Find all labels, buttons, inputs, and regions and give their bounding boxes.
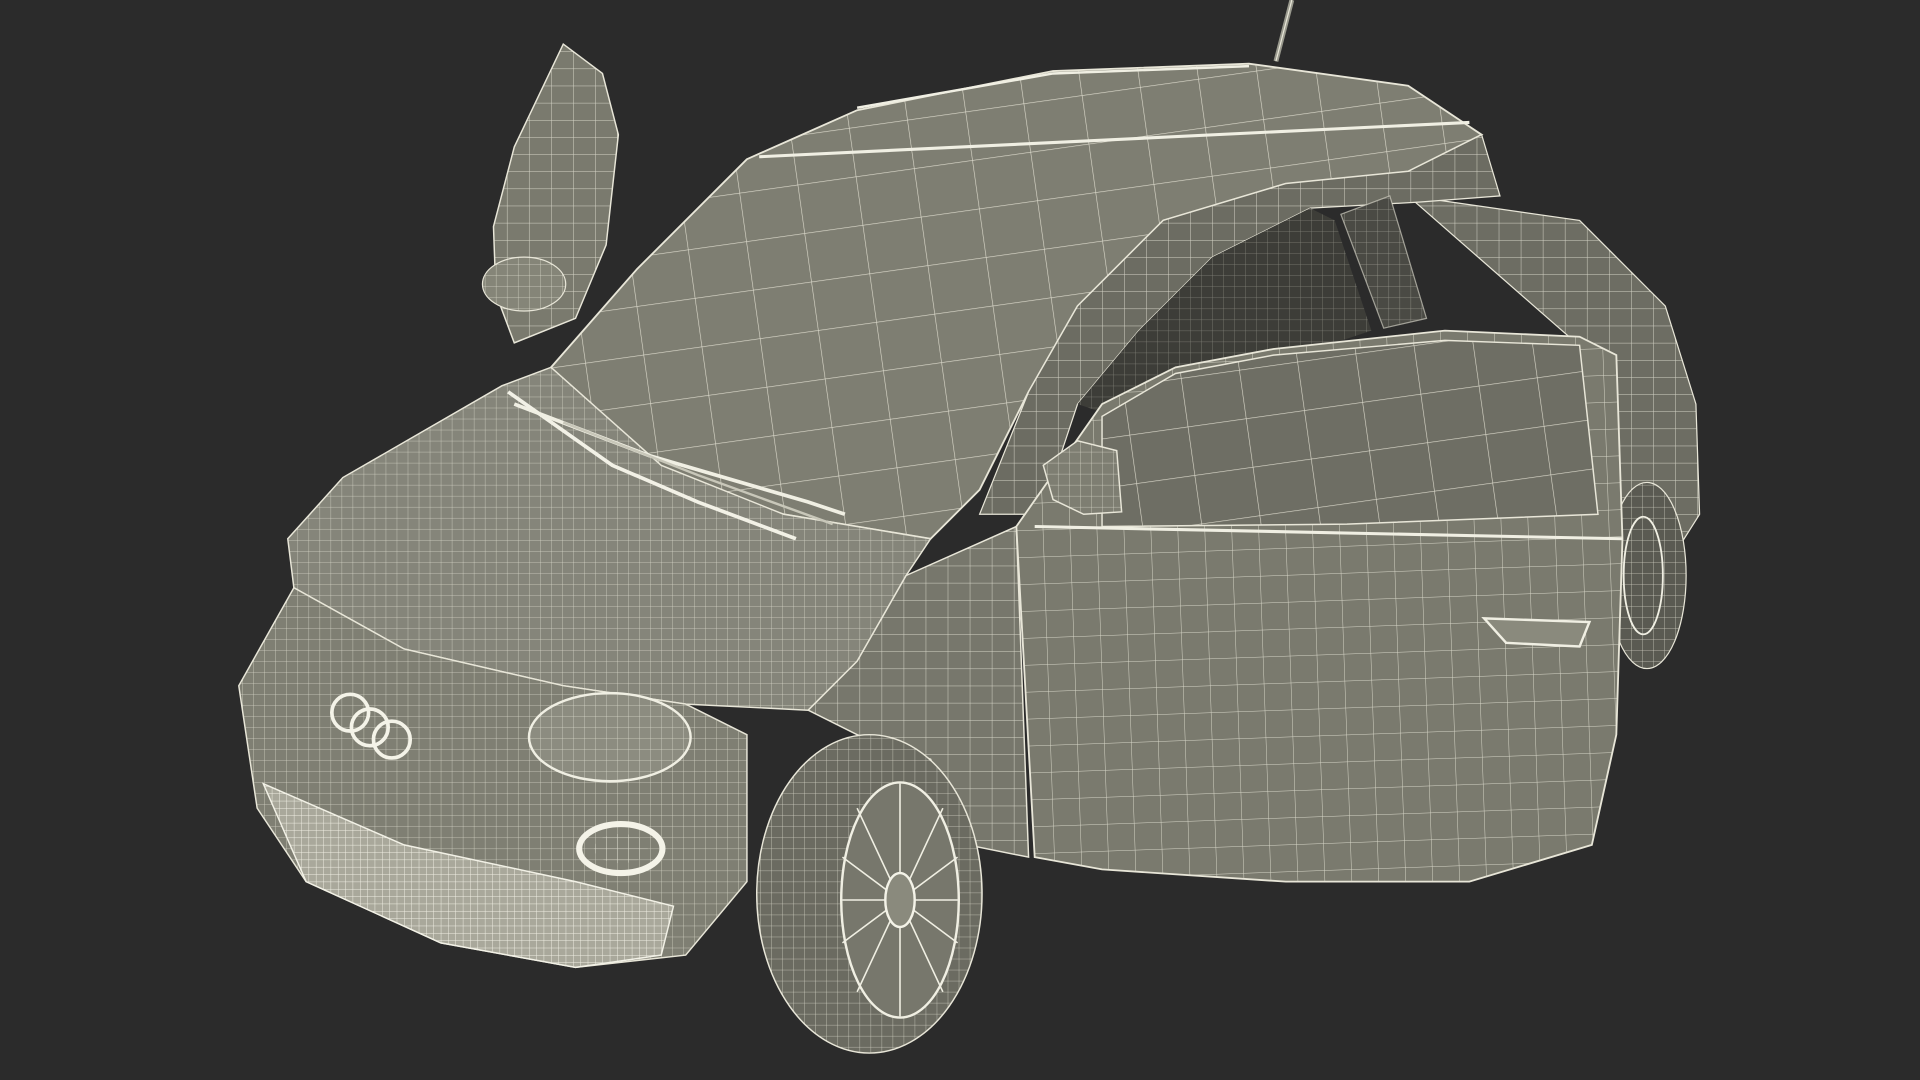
- rear-hatch: [481, 42, 620, 344]
- headlight-upper: [527, 691, 692, 783]
- front-wheel: [756, 733, 983, 1054]
- render-viewport: [0, 0, 1920, 1080]
- antenna: [1273, 0, 1295, 62]
- driver-door: [1015, 329, 1624, 883]
